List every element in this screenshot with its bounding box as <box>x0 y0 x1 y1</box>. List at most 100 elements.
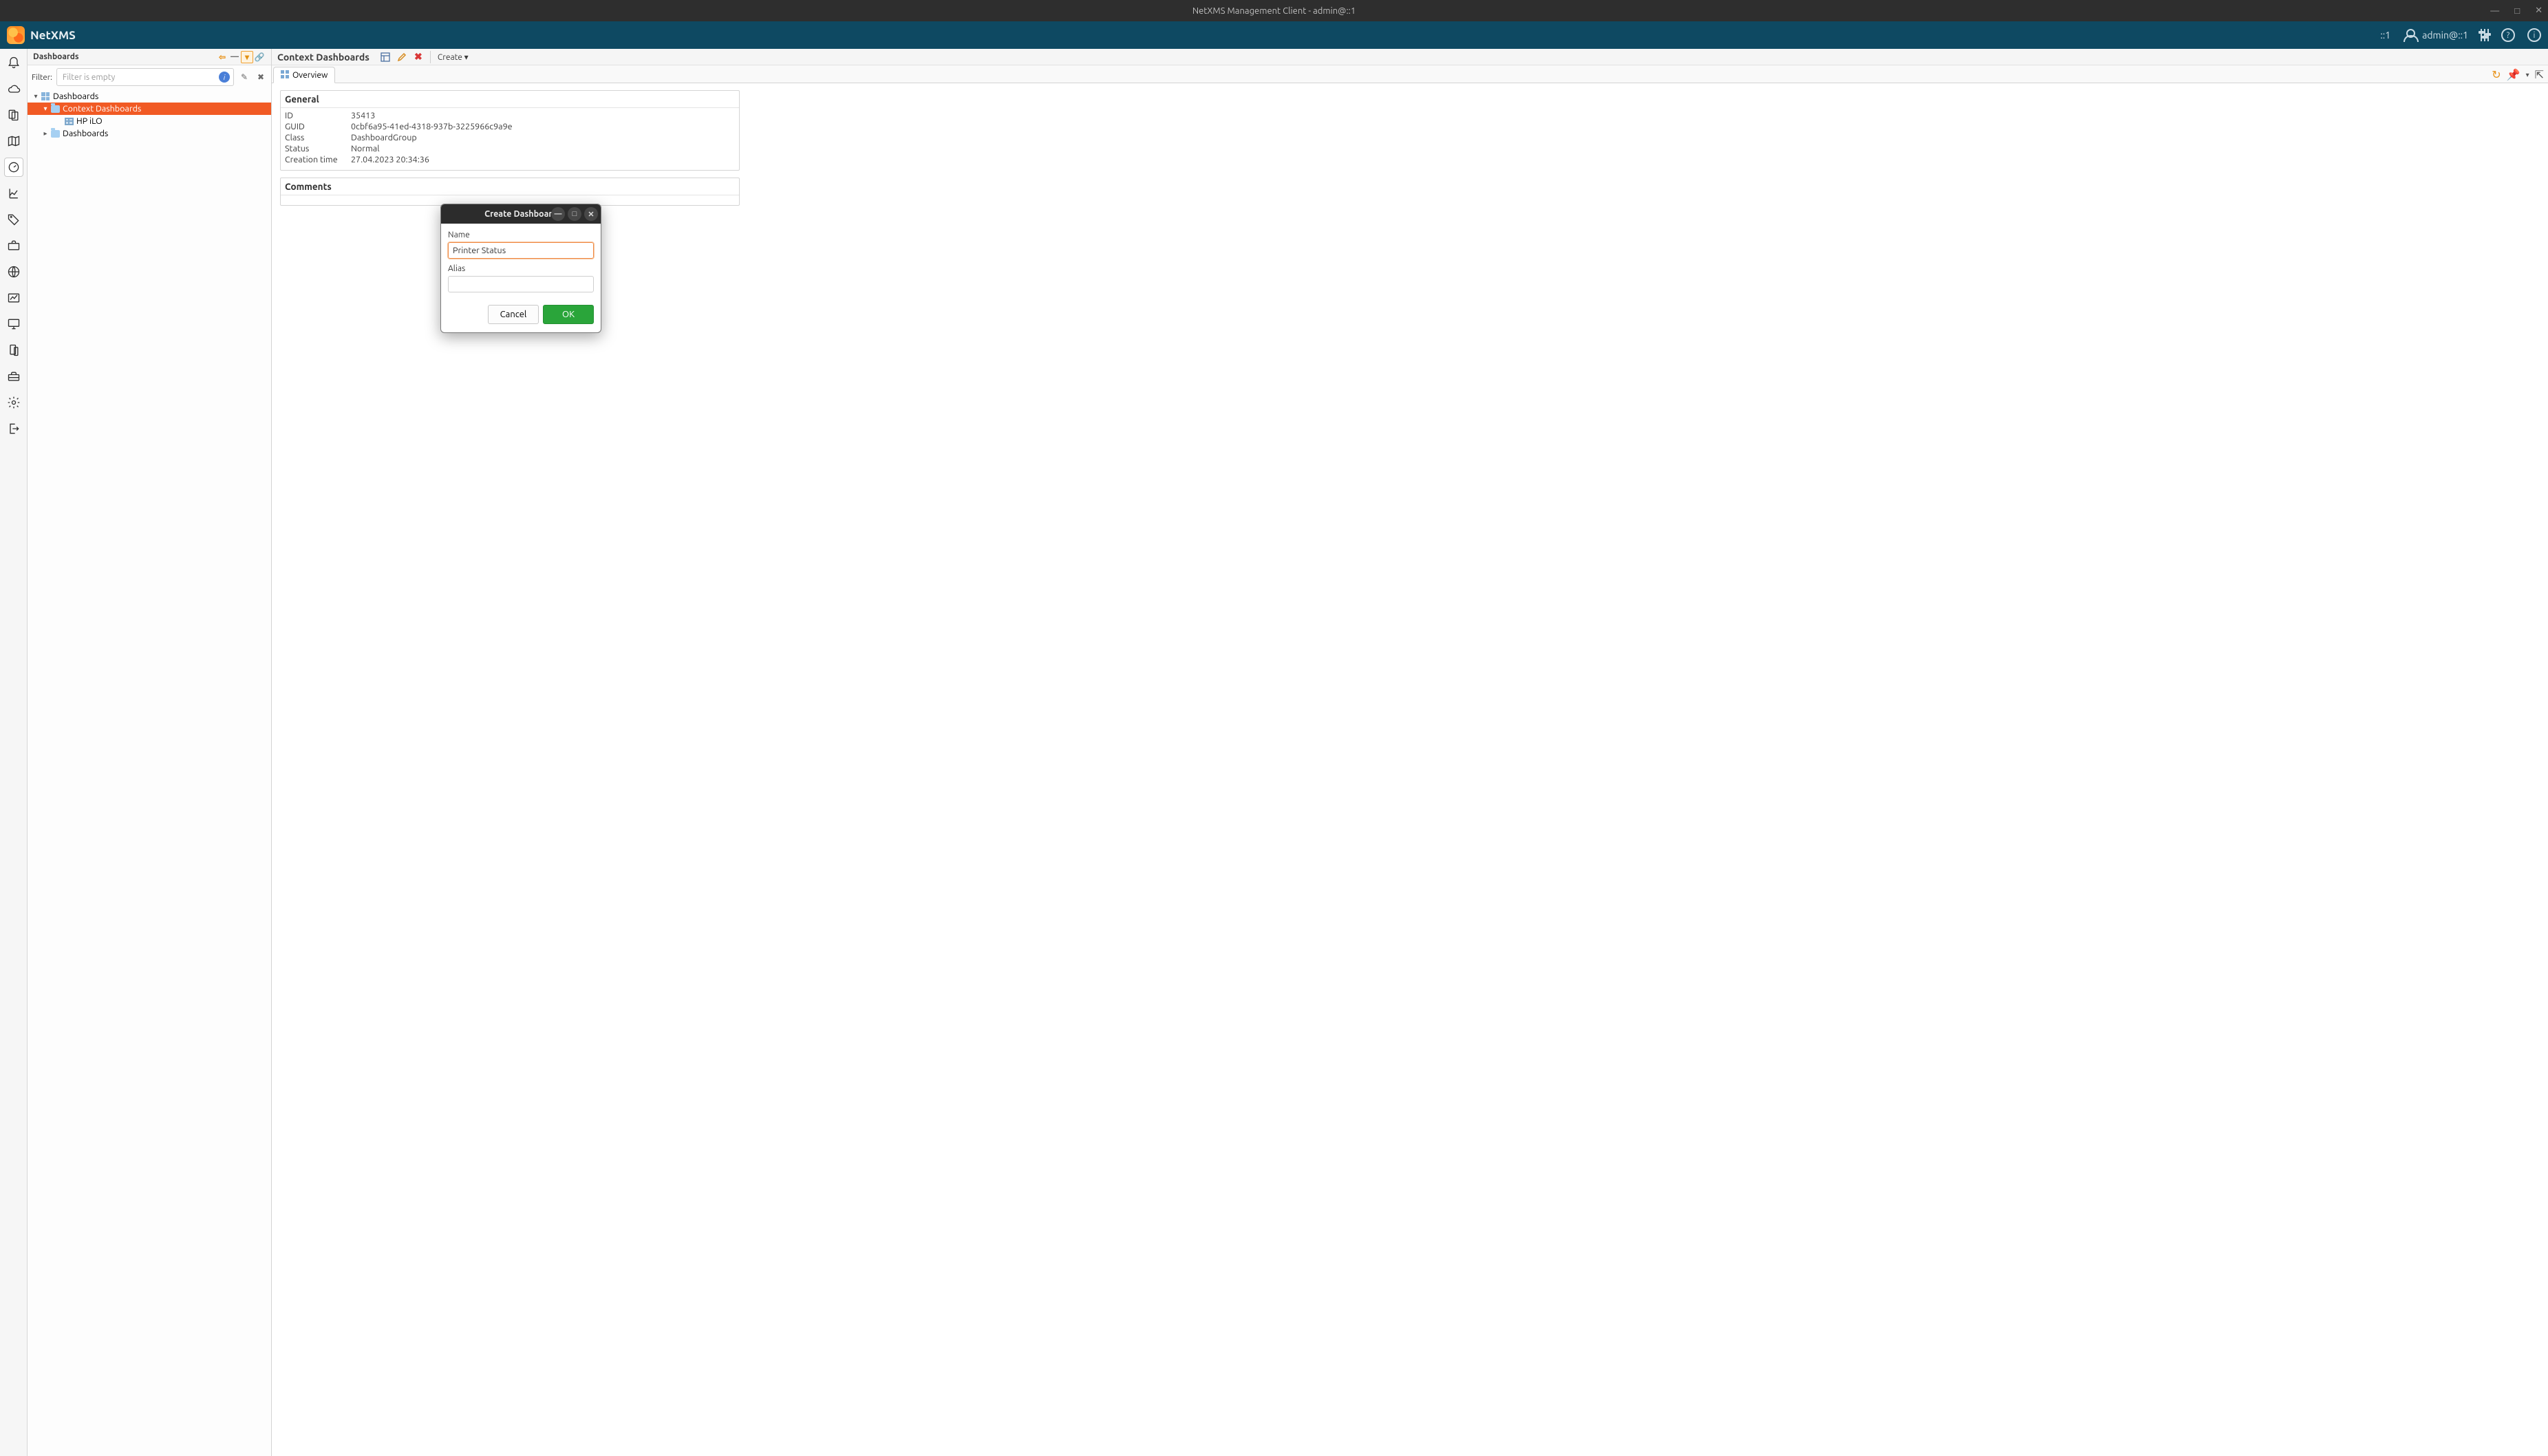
rail-tags-icon[interactable] <box>4 210 23 229</box>
logo-icon <box>7 26 25 44</box>
tab-bar: Overview ↻ 📌 ▾ ⇱ <box>272 65 2548 83</box>
content-title: Context Dashboards <box>277 52 370 63</box>
tab-label: Overview <box>292 71 328 80</box>
filter-input[interactable] <box>56 68 234 86</box>
tree-item-dashboards[interactable]: ▸ Dashboards <box>28 127 271 140</box>
rail-templates-icon[interactable] <box>4 105 23 125</box>
server-indicator[interactable]: ::1 <box>2380 30 2390 41</box>
alias-input[interactable] <box>448 276 594 292</box>
kv-value: Normal <box>351 144 735 153</box>
kv-key: Status <box>285 144 344 153</box>
rail-tools-icon[interactable] <box>4 367 23 386</box>
link-icon[interactable]: 🔗 <box>253 51 266 63</box>
filter-label: Filter: <box>32 73 52 82</box>
panel-area: General ID 35413 GUID 0cbf6a95-41ed-4318… <box>272 83 2548 1456</box>
remove-icon[interactable]: — <box>228 51 241 63</box>
minimize-icon[interactable]: — <box>2490 6 2499 16</box>
tree-item-context-dashboards[interactable]: ▾ Context Dashboards <box>28 103 271 115</box>
dialog-title: Create Dashboard <box>484 209 557 219</box>
help-icon[interactable]: ? <box>2501 28 2515 42</box>
dialog-maximize-icon[interactable]: □ <box>568 207 581 221</box>
dialog-title-bar[interactable]: Create Dashboard — □ ✕ <box>441 204 601 224</box>
chevron-right-icon[interactable]: ▸ <box>41 129 50 138</box>
maximize-icon[interactable]: □ <box>2514 6 2520 16</box>
pin-icon[interactable]: 📌 <box>2507 68 2520 81</box>
dashgroup-icon <box>40 92 51 101</box>
sidebar-header: Dashboards ⇦ — ▾ 🔗 <box>28 49 271 65</box>
os-title-bar: NetXMS Management Client - admin@::1 — □… <box>0 0 2548 21</box>
rail-graphs-icon[interactable] <box>4 288 23 308</box>
create-dropdown[interactable]: Create ▾ <box>438 52 469 62</box>
filter-info-icon[interactable]: i <box>219 72 230 83</box>
detach-icon[interactable]: ⇱ <box>2535 68 2544 81</box>
os-window-controls: — □ ✕ <box>2490 0 2542 21</box>
kv-value: 0cbf6a95-41ed-4318-937b-3225966c9a9e <box>351 122 735 131</box>
comments-title: Comments <box>281 178 739 195</box>
layout-icon[interactable] <box>381 52 390 62</box>
dialog-body: Name Alias Cancel OK <box>441 224 601 332</box>
tab-tools: ↻ 📌 ▾ ⇱ <box>2492 68 2544 81</box>
navigation-rail <box>0 49 28 1456</box>
kv-value: 27.04.2023 20:34:36 <box>351 155 735 164</box>
filter-toggle-icon[interactable]: ▾ <box>241 51 253 63</box>
rail-logout-icon[interactable] <box>4 419 23 438</box>
filter-edit-icon[interactable]: ✎ <box>238 71 250 83</box>
alias-label: Alias <box>448 264 594 273</box>
divider <box>430 51 431 63</box>
general-panel: General ID 35413 GUID 0cbf6a95-41ed-4318… <box>280 90 740 171</box>
rail-reports-icon[interactable] <box>4 184 23 203</box>
edit-icon[interactable] <box>397 52 407 62</box>
kv-key: ID <box>285 111 344 120</box>
tree-item-hp-ilo[interactable]: HP iLO <box>28 115 271 127</box>
rail-business-icon[interactable] <box>4 236 23 255</box>
rail-alarms-icon[interactable] <box>4 53 23 72</box>
rail-config-icon[interactable] <box>4 393 23 412</box>
filter-clear-icon[interactable]: ✖ <box>255 71 267 83</box>
comments-panel: Comments <box>280 178 740 206</box>
kv-value: 35413 <box>351 111 735 120</box>
tab-overview[interactable]: Overview <box>273 67 335 83</box>
dialog-buttons: Cancel OK <box>448 305 594 324</box>
cancel-button[interactable]: Cancel <box>488 305 539 324</box>
user-indicator[interactable]: admin@::1 <box>2403 28 2468 42</box>
dashboard-icon <box>63 116 74 126</box>
content-area: Context Dashboards ✖ Create ▾ Overview ↻… <box>272 49 2548 1456</box>
rail-maps-icon[interactable] <box>4 131 23 151</box>
os-window-title: NetXMS Management Client - admin@::1 <box>1192 6 1356 16</box>
general-kv: ID 35413 GUID 0cbf6a95-41ed-4318-937b-32… <box>281 108 739 170</box>
delete-icon[interactable]: ✖ <box>414 52 423 62</box>
name-input[interactable] <box>448 242 594 259</box>
tree-label: Context Dashboards <box>63 104 141 114</box>
filter-row: Filter: i ✎ ✖ <box>28 65 271 89</box>
tree-root-dashboards[interactable]: ▾ Dashboards <box>28 90 271 103</box>
chevron-down-icon[interactable]: ▾ <box>41 105 50 113</box>
ok-button[interactable]: OK <box>543 305 594 324</box>
settings-sliders-icon[interactable] <box>2481 29 2489 41</box>
user-label: admin@::1 <box>2422 30 2468 41</box>
rail-globe-icon[interactable] <box>4 262 23 281</box>
rail-mobile-icon[interactable] <box>4 341 23 360</box>
folder-icon <box>50 104 61 114</box>
menu-chevron-icon[interactable]: ▾ <box>2526 71 2529 79</box>
create-dashboard-dialog: Create Dashboard — □ ✕ Name Alias Cancel… <box>440 204 601 333</box>
kv-key: GUID <box>285 122 344 131</box>
kv-value: DashboardGroup <box>351 133 735 142</box>
dialog-minimize-icon[interactable]: — <box>551 207 565 221</box>
user-icon <box>2403 28 2417 42</box>
kv-key: Creation time <box>285 155 344 164</box>
app-logo: NetXMS <box>7 26 76 44</box>
info-icon[interactable]: i <box>2527 28 2541 42</box>
close-icon[interactable]: ✕ <box>2535 6 2542 16</box>
chevron-down-icon[interactable]: ▾ <box>32 92 40 100</box>
brand-text: NetXMS <box>30 29 76 42</box>
rail-cloud-icon[interactable] <box>4 79 23 98</box>
general-title: General <box>281 91 739 108</box>
dialog-close-icon[interactable]: ✕ <box>584 207 598 221</box>
rail-monitor-icon[interactable] <box>4 314 23 334</box>
dashboards-tree[interactable]: ▾ Dashboards ▾ Context Dashboards HP iLO… <box>28 89 271 1456</box>
name-label: Name <box>448 231 594 239</box>
tree-label: HP iLO <box>76 116 103 126</box>
rail-dashboards-icon[interactable] <box>4 158 23 177</box>
refresh-icon[interactable]: ↻ <box>2492 68 2501 81</box>
back-icon[interactable]: ⇦ <box>216 51 228 63</box>
